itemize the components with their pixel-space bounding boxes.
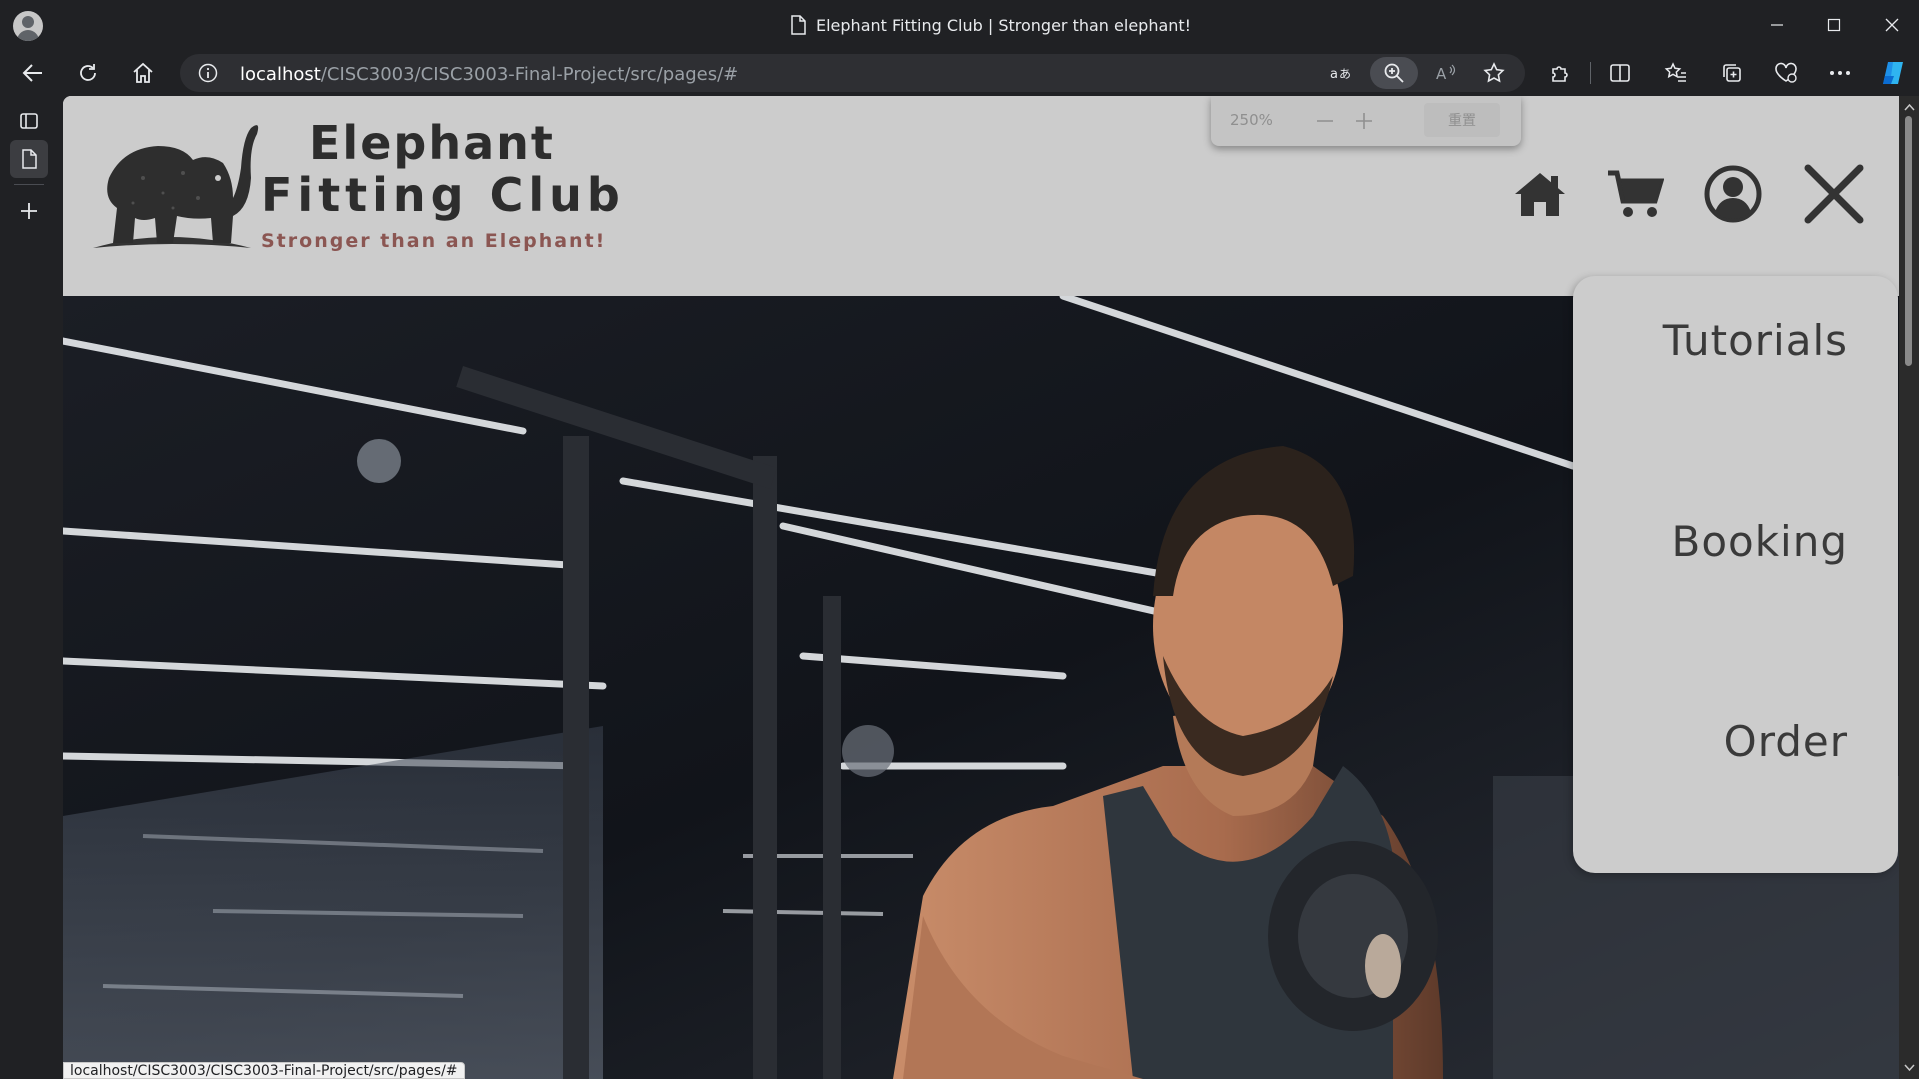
zoom-popup: 250% 重置 [1211,96,1521,146]
scroll-up-arrow-icon[interactable] [1904,102,1915,113]
zoom-out-button[interactable] [1310,106,1340,136]
copilot-icon [1883,62,1903,84]
minus-icon [1317,120,1333,122]
window-title: Elephant Fitting Club | Stronger than el… [790,14,1191,36]
split-screen-icon [1610,64,1630,82]
menu-close-button[interactable] [1803,164,1865,224]
zoom-button[interactable] [1370,57,1418,89]
zoom-reset-button[interactable]: 重置 [1424,103,1500,137]
page-viewport: Elephant Fitting Club Stronger than an E… [63,96,1899,1079]
page-scrollbar[interactable] [1899,96,1919,1079]
page-document-icon [22,149,37,169]
title-bar: Elephant Fitting Club | Stronger than el… [0,0,1919,50]
refresh-button[interactable] [70,55,106,91]
plus-icon [21,203,37,219]
settings-menu-button[interactable] [1822,55,1858,91]
nav-dropdown-menu: Tutorials Booking Order [1573,276,1898,873]
translate-icon: aあ [1330,67,1351,82]
home-outline-icon [133,62,153,83]
page-document-icon [791,15,806,35]
plus-icon [1356,113,1372,129]
tab-actions-button[interactable] [10,102,48,140]
extensions-button[interactable] [1542,55,1578,91]
back-arrow-icon [22,64,42,82]
zoom-in-icon [1384,63,1404,83]
read-aloud-button[interactable]: A [1430,57,1462,89]
zoom-level: 250% [1230,111,1273,129]
copilot-button[interactable] [1876,55,1912,91]
tab-elephant-fitting-club[interactable] [10,140,48,178]
home-button[interactable] [125,55,161,91]
rail-divider [14,184,44,185]
home-icon [1515,173,1565,216]
close-window-button[interactable] [1872,8,1912,42]
svg-text:あ: あ [1339,67,1351,81]
favorites-list-icon [1664,62,1686,82]
profile-avatar-icon[interactable] [13,11,43,41]
maximize-button[interactable] [1814,8,1854,42]
menu-item-booking[interactable]: Booking [1672,517,1848,566]
site-header: Elephant Fitting Club Stronger than an E… [63,96,1899,296]
more-icon [1830,71,1850,75]
close-icon [1885,18,1899,32]
maximize-icon [1827,18,1841,32]
favorite-button[interactable] [1478,57,1510,89]
minimize-button[interactable] [1757,8,1797,42]
user-icon [1704,165,1762,223]
window-title-text: Elephant Fitting Club | Stronger than el… [816,15,1192,35]
status-bar-url: localhost/CISC3003/CISC3003-Final-Projec… [63,1062,465,1079]
nav-home-button[interactable] [1513,164,1567,224]
url-host: localhost [240,64,321,85]
collections-button[interactable] [1714,55,1750,91]
menu-item-tutorials[interactable]: Tutorials [1663,316,1848,365]
favorites-button[interactable] [1658,55,1694,91]
brand-tagline: Stronger than an Elephant! [261,230,607,252]
heart-pulse-icon [1775,62,1797,83]
url-path: /CISC3003/CISC3003-Final-Project/src/pag… [320,64,739,85]
url-text[interactable]: localhost/CISC3003/CISC3003-Final-Projec… [240,64,738,85]
close-icon [1804,164,1864,224]
translate-button[interactable]: aあ [1325,57,1357,89]
vertical-tabs-rail [0,96,63,1079]
svg-text:a: a [1330,67,1338,82]
svg-text:A: A [1436,65,1447,83]
scrollbar-thumb[interactable] [1905,116,1912,366]
menu-item-order[interactable]: Order [1724,717,1848,766]
scroll-down-arrow-icon[interactable] [1904,1062,1915,1073]
back-button[interactable] [15,55,51,91]
brand-name-line2: Fitting Club [261,168,625,222]
browser-toolbar: localhost/CISC3003/CISC3003-Final-Projec… [0,50,1919,96]
new-tab-button[interactable] [10,192,48,230]
read-aloud-icon: A [1436,64,1456,83]
browser-essentials-button[interactable] [1768,55,1804,91]
nav-cart-button[interactable] [1606,164,1664,224]
star-icon [1483,62,1505,83]
refresh-icon [80,64,96,81]
toolbar-divider [1590,62,1591,84]
split-screen-button[interactable] [1602,55,1638,91]
elephant-logo[interactable] [73,108,263,268]
cart-icon [1608,170,1664,217]
puzzle-icon [1552,66,1568,82]
collections-icon [1723,64,1741,82]
zoom-in-button[interactable] [1349,106,1379,136]
minimize-icon [1771,24,1783,26]
site-info-icon[interactable] [198,63,218,83]
tab-actions-icon [20,113,38,129]
address-bar[interactable]: localhost/CISC3003/CISC3003-Final-Projec… [180,54,1525,92]
nav-account-button[interactable] [1703,164,1763,224]
brand-name-line1: Elephant [309,116,555,170]
